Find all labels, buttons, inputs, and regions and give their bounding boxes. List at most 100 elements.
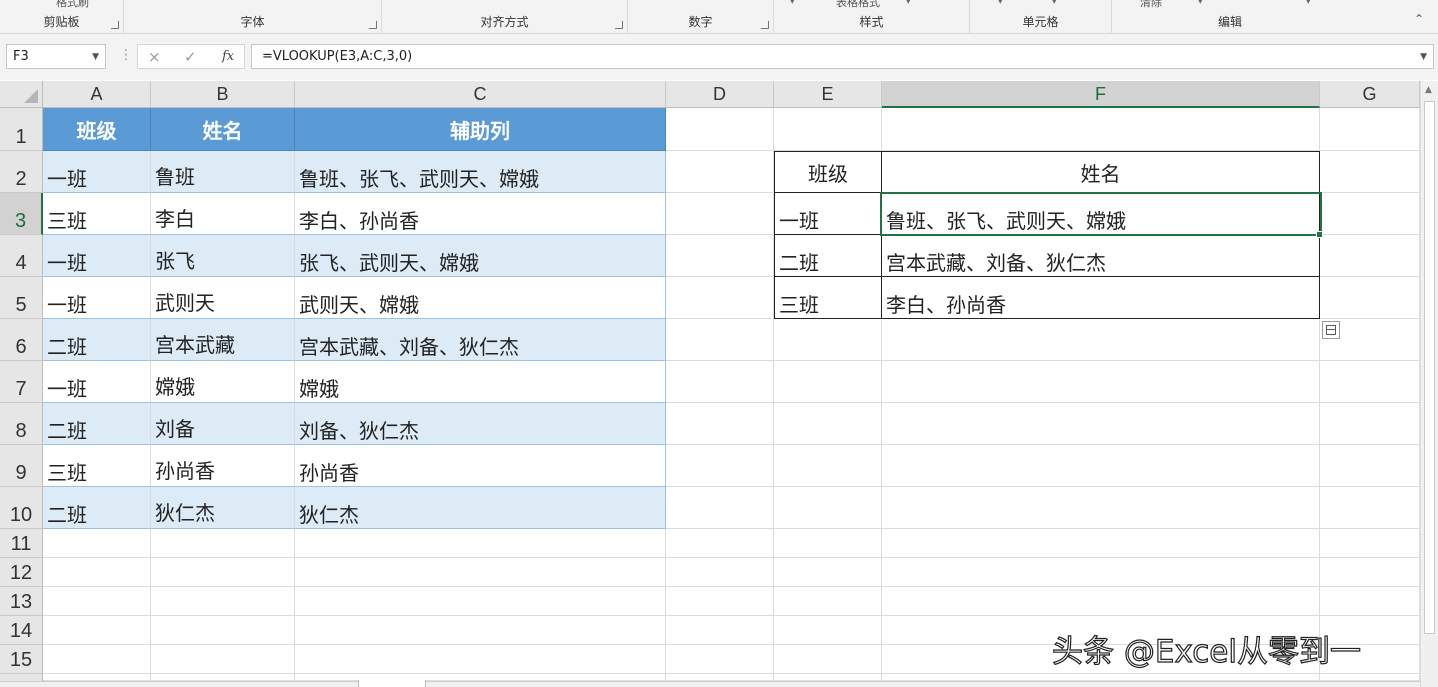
column-header-d[interactable]: D [666,81,774,108]
table-cell-a2[interactable]: 一班 [43,151,151,193]
table-cell-c4[interactable]: 张飞、武则天、嫦娥 [295,235,666,277]
table-cell-c8[interactable]: 刘备、狄仁杰 [295,403,666,445]
cell-e14[interactable] [774,616,882,645]
cell-g1[interactable] [1320,108,1420,151]
cell-g2[interactable] [1320,151,1420,193]
table-cell-c9[interactable]: 孙尚香 [295,445,666,487]
cell-d16[interactable] [666,674,774,681]
column-header-e[interactable]: E [774,81,882,108]
row-header-2[interactable]: 2 [0,151,43,193]
table-cell-a10[interactable]: 二班 [43,487,151,529]
cell-d10[interactable] [666,487,774,529]
table-cell-a8[interactable]: 二班 [43,403,151,445]
cell-a14[interactable] [43,616,151,645]
cell-f11[interactable] [882,529,1320,558]
cell-d12[interactable] [666,558,774,587]
table-cell-b5[interactable]: 武则天 [151,277,295,319]
cell-b14[interactable] [151,616,295,645]
chevron-down-icon[interactable]: ▾ [1198,0,1203,7]
cell-g7[interactable] [1320,361,1420,403]
table-cell-c10[interactable]: 狄仁杰 [295,487,666,529]
expand-formula-icon[interactable]: ▼ [1420,52,1427,62]
chevron-down-icon[interactable]: ▾ [790,0,795,7]
cell-g13[interactable] [1320,587,1420,616]
clear-button[interactable]: 清除 [1140,0,1162,10]
dialog-launcher-icon[interactable] [369,21,377,29]
cell-f10[interactable] [882,487,1320,529]
cell-b12[interactable] [151,558,295,587]
lookup-result-cell[interactable]: 李白、孙尚香 [882,277,1320,319]
row-header-11[interactable]: 11 [0,529,43,558]
format-painter-button[interactable]: 格式刷 [56,0,89,10]
cell-a11[interactable] [43,529,151,558]
cell-d11[interactable] [666,529,774,558]
table-cell-a3[interactable]: 三班 [43,193,151,235]
cell-f13[interactable] [882,587,1320,616]
table-header-c[interactable]: 辅助列 [295,108,666,151]
cell-c14[interactable] [295,616,666,645]
dialog-launcher-icon[interactable] [111,21,119,29]
row-header-10[interactable]: 10 [0,487,43,529]
table-cell-b3[interactable]: 李白 [151,193,295,235]
table-cell-c2[interactable]: 鲁班、张飞、武则天、嫦娥 [295,151,666,193]
cell-e13[interactable] [774,587,882,616]
cell-f16[interactable] [882,674,1320,681]
enter-icon[interactable]: ✓ [184,48,197,66]
row-header-4[interactable]: 4 [0,235,43,277]
cell-e7[interactable] [774,361,882,403]
row-header-13[interactable]: 13 [0,587,43,616]
cell-a13[interactable] [43,587,151,616]
table-cell-b7[interactable]: 嫦娥 [151,361,295,403]
table-cell-b8[interactable]: 刘备 [151,403,295,445]
table-cell-c5[interactable]: 武则天、嫦娥 [295,277,666,319]
row-header-6[interactable]: 6 [0,319,43,361]
table-cell-c7[interactable]: 嫦娥 [295,361,666,403]
cell-c13[interactable] [295,587,666,616]
cell-a16[interactable] [43,674,151,681]
row-header-3[interactable]: 3 [0,193,43,235]
cell-d9[interactable] [666,445,774,487]
cell-d4[interactable] [666,235,774,277]
cell-d3[interactable] [666,193,774,235]
table-cell-b2[interactable]: 鲁班 [151,151,295,193]
row-header-7[interactable]: 7 [0,361,43,403]
more-icon[interactable]: ⋮ [119,47,133,63]
table-cell-b9[interactable]: 孙尚香 [151,445,295,487]
name-box[interactable]: F3 ▼ [6,44,106,69]
cell-c16[interactable] [295,674,666,681]
dialog-launcher-icon[interactable] [615,21,623,29]
cell-e15[interactable] [774,645,882,674]
cell-f1[interactable] [882,108,1320,151]
cell-d8[interactable] [666,403,774,445]
table-cell-a5[interactable]: 一班 [43,277,151,319]
table-cell-c6[interactable]: 宫本武藏、刘备、狄仁杰 [295,319,666,361]
cell-g8[interactable] [1320,403,1420,445]
format-as-table-button[interactable]: 表格格式 [836,0,880,10]
cell-g16[interactable] [1320,674,1420,681]
formula-input[interactable]: =VLOOKUP(E3,A:C,3,0) ▼ [251,44,1434,69]
cell-e11[interactable] [774,529,882,558]
lookup-class-cell[interactable]: 二班 [774,235,882,277]
select-all-button[interactable] [0,81,43,108]
cell-f7[interactable] [882,361,1320,403]
cell-d13[interactable] [666,587,774,616]
cell-c11[interactable] [295,529,666,558]
vertical-scrollbar[interactable]: ▲ [1420,81,1438,687]
insert-function-icon[interactable]: fx [222,49,234,64]
row-header-1[interactable]: 1 [0,108,43,151]
cell-e6[interactable] [774,319,882,361]
cell-g4[interactable] [1320,235,1420,277]
lookup-header-class[interactable]: 班级 [774,151,882,193]
column-header-g[interactable]: G [1320,81,1420,108]
collapse-ribbon-icon[interactable]: ⌃ [1414,12,1424,26]
cell-d6[interactable] [666,319,774,361]
cell-f6[interactable] [882,319,1320,361]
lookup-class-cell[interactable]: 三班 [774,277,882,319]
column-header-b[interactable]: B [151,81,295,108]
cell-g9[interactable] [1320,445,1420,487]
table-cell-a6[interactable]: 二班 [43,319,151,361]
table-cell-a4[interactable]: 一班 [43,235,151,277]
cell-c12[interactable] [295,558,666,587]
cell-e8[interactable] [774,403,882,445]
cell-a12[interactable] [43,558,151,587]
